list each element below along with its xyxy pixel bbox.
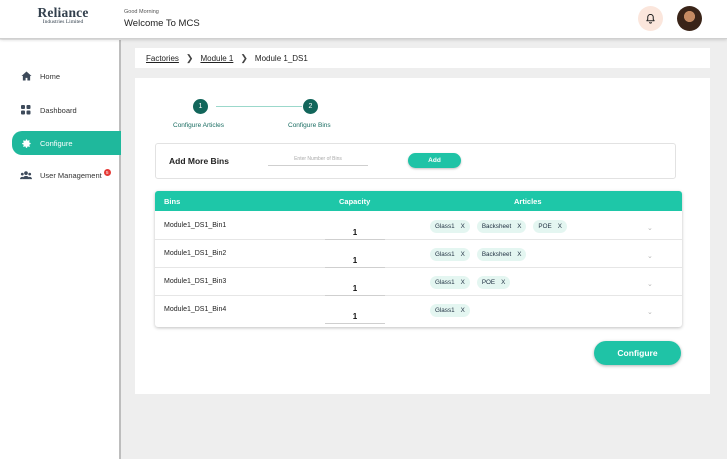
step-connector <box>216 106 302 107</box>
chip-label: Glass1 <box>435 279 455 286</box>
chevron-down-icon[interactable]: ⌄ <box>647 252 653 260</box>
notification-badge: 5 <box>103 168 111 176</box>
article-chip: Glass1 X <box>430 220 470 233</box>
article-chips: Glass1 X <box>430 304 477 317</box>
configure-button[interactable]: Configure <box>594 341 681 365</box>
chip-label: POE <box>538 223 552 230</box>
gear-icon <box>20 137 32 149</box>
chevron-down-icon[interactable]: ⌄ <box>647 308 653 316</box>
chip-label: POE <box>481 279 496 286</box>
add-button[interactable]: Add <box>408 153 461 168</box>
article-chip: Backsheet X <box>476 248 527 261</box>
table-row: Module1_DS1_Bin2 1 Glass1 X Backsheet X ⌄ <box>155 240 682 268</box>
chip-label: Backsheet <box>481 223 512 230</box>
capacity-input[interactable]: 1 <box>325 253 385 268</box>
chip-label: Glass1 <box>435 251 455 258</box>
home-icon <box>20 70 32 82</box>
article-chips: Glass1 X Backsheet X POE X <box>430 220 574 233</box>
article-chip: POE X <box>476 276 511 289</box>
chevron-right-icon: ❯ <box>185 52 194 63</box>
step-1-label: Configure Articles <box>173 122 224 129</box>
table-row: Module1_DS1_Bin4 1 Glass1 X ⌄ <box>155 296 682 324</box>
step-2-label: Configure Bins <box>288 122 331 129</box>
logo-subtitle: Industries Limited <box>42 19 84 25</box>
chevron-right-icon: ❯ <box>240 52 248 63</box>
capacity-input[interactable]: 1 <box>325 225 385 240</box>
sidebar-item-label: Configure <box>40 138 73 148</box>
column-header-articles: Articles <box>514 197 542 206</box>
chevron-down-icon[interactable]: ⌄ <box>647 224 653 232</box>
remove-chip-icon[interactable]: X <box>501 279 505 286</box>
bell-icon <box>646 13 655 24</box>
sidebar-item-label: Dashboard <box>40 105 77 115</box>
remove-chip-icon[interactable]: X <box>461 279 465 286</box>
bin-count-input[interactable] <box>268 152 368 166</box>
remove-chip-icon[interactable]: X <box>517 223 521 230</box>
bin-name: Module1_DS1_Bin4 <box>164 306 227 313</box>
greeting-time: Good Morning <box>124 9 159 15</box>
breadcrumb-factories[interactable]: Factories <box>146 54 179 63</box>
capacity-input[interactable]: 1 <box>325 309 385 324</box>
breadcrumb: Factories ❯ Module 1 ❯ Module 1_DS1 <box>135 48 710 68</box>
chip-label: Glass1 <box>435 307 455 314</box>
top-header: Reliance Industries Limited Good Morning… <box>0 0 727 39</box>
remove-chip-icon[interactable]: X <box>461 223 465 230</box>
article-chip: POE X <box>533 220 567 233</box>
article-chips: Glass1 X POE X <box>430 276 517 289</box>
chip-label: Backsheet <box>481 251 512 258</box>
sidebar-item-user-management[interactable]: User Management 5 <box>12 163 121 187</box>
add-bins-title: Add More Bins <box>169 156 229 166</box>
sidebar-item-dashboard[interactable]: Dashboard <box>12 98 121 122</box>
capacity-input[interactable]: 1 <box>325 281 385 296</box>
notification-button[interactable] <box>638 6 663 31</box>
article-chip: Glass1 X <box>430 304 470 317</box>
article-chip: Glass1 X <box>430 276 470 289</box>
sidebar-item-configure[interactable]: Configure <box>12 131 121 155</box>
article-chip: Backsheet X <box>476 220 527 233</box>
chip-label: Glass1 <box>435 223 455 230</box>
bins-table: Bins Capacity Articles Module1_DS1_Bin1 … <box>155 191 682 327</box>
breadcrumb-module[interactable]: Module 1 <box>200 54 233 63</box>
bin-name: Module1_DS1_Bin3 <box>164 278 227 285</box>
remove-chip-icon[interactable]: X <box>558 223 562 230</box>
breadcrumb-current: Module 1_DS1 <box>254 53 308 63</box>
remove-chip-icon[interactable]: X <box>461 307 465 314</box>
chevron-down-icon[interactable]: ⌄ <box>647 280 653 288</box>
remove-chip-icon[interactable]: X <box>461 251 465 258</box>
table-row: Module1_DS1_Bin3 1 Glass1 X POE X ⌄ <box>155 268 682 296</box>
table-header: Bins Capacity Articles <box>155 191 682 211</box>
remove-chip-icon[interactable]: X <box>517 251 521 258</box>
user-avatar[interactable] <box>677 6 702 31</box>
article-chip: Glass1 X <box>430 248 470 261</box>
bin-name: Module1_DS1_Bin1 <box>164 222 227 229</box>
article-chips: Glass1 X Backsheet X <box>430 248 533 261</box>
step-2-circle[interactable]: 2 <box>303 99 318 114</box>
sidebar-item-home[interactable]: Home <box>12 64 121 88</box>
reliance-logo[interactable]: Reliance Industries Limited <box>33 6 93 26</box>
table-row: Module1_DS1_Bin1 1 Glass1 X Backsheet X PO… <box>155 212 682 240</box>
sidebar-item-label: Home <box>40 71 61 81</box>
bin-name: Module1_DS1_Bin2 <box>164 250 227 257</box>
sidebar: Home Dashboard Configure User Management… <box>0 40 121 459</box>
users-icon <box>20 169 32 181</box>
column-header-capacity: Capacity <box>339 197 371 206</box>
step-1-circle[interactable]: 1 <box>193 99 208 114</box>
sidebar-item-label: User Management <box>40 170 102 180</box>
logo-name: Reliance <box>37 5 89 20</box>
column-header-bins: Bins <box>164 197 181 206</box>
welcome-text: Welcome To MCS <box>124 18 200 29</box>
dashboard-icon <box>20 104 32 116</box>
